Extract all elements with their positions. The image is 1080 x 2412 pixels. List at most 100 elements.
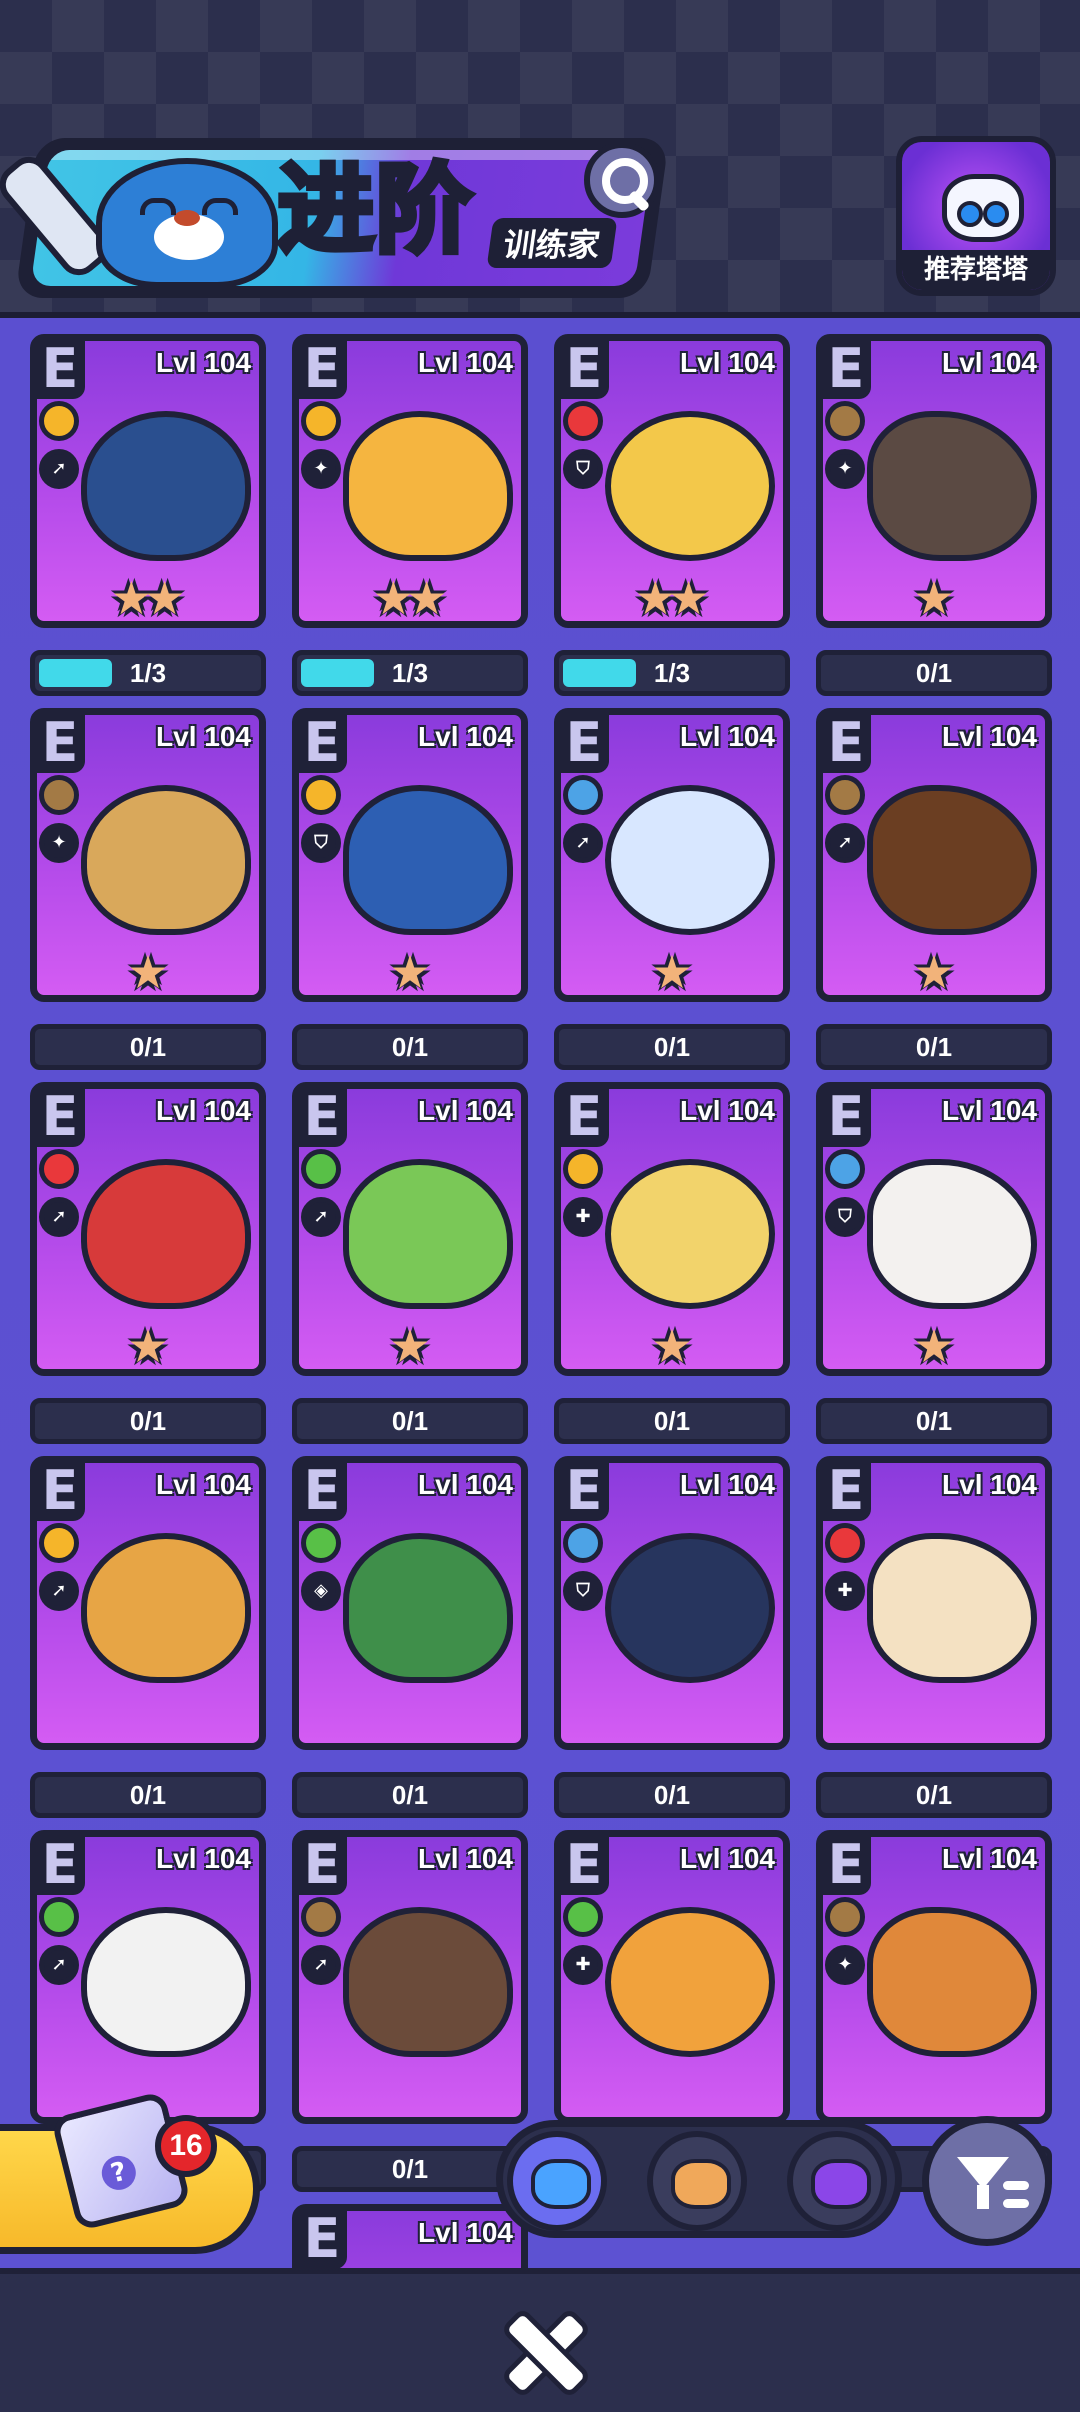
level-label: Lvl 104 — [942, 721, 1037, 752]
progress-text: 1/3 — [391, 658, 429, 688]
monster-card[interactable]: E Lvl 104 ✦ — [816, 1830, 1052, 2124]
grade-badge: E — [297, 2209, 347, 2268]
shard-progress-bar: 0/1 — [816, 1772, 1052, 1818]
progress-text: 0/1 — [653, 1032, 691, 1062]
level-label: Lvl 104 — [156, 1469, 251, 1500]
shard-progress-bar: 0/1 — [816, 1398, 1052, 1444]
monster-card[interactable]: E Lvl 104 ✚ — [554, 1830, 790, 2124]
star-icon: ★ — [389, 945, 431, 999]
star-icon: ★ — [668, 571, 710, 625]
star-rating: ★★ — [561, 575, 783, 621]
star-icon: ★ — [913, 1319, 955, 1373]
tab-hamster[interactable] — [647, 2131, 747, 2231]
grade-badge: E — [297, 1087, 347, 1147]
header: 进阶 训练家 推荐塔塔 — [0, 0, 1080, 318]
star-icon: ★ — [389, 1319, 431, 1373]
earth-type-icon — [825, 401, 865, 441]
water-type-icon — [563, 1523, 603, 1563]
monster-card[interactable]: E Lvl 104 ➚ ★ — [554, 708, 790, 1002]
recommend-button[interactable]: 推荐塔塔 — [896, 136, 1056, 296]
monster-card[interactable]: E Lvl 104 ⛉ ★ — [816, 1082, 1052, 1376]
shard-progress-bar: 0/1 — [554, 1398, 790, 1444]
grade-badge: E — [35, 1087, 85, 1147]
monster-card[interactable]: E Lvl 104 ➚ ★ — [30, 1082, 266, 1376]
monster-portrait — [867, 785, 1037, 935]
bottom-bar — [0, 2268, 1080, 2412]
grade-badge: E — [35, 339, 85, 399]
level-label: Lvl 104 — [942, 1843, 1037, 1874]
shard-progress-bar: 0/1 — [816, 1024, 1052, 1070]
monster-card[interactable]: E Lvl 104 ✦ ★★ — [292, 334, 528, 628]
electric-type-icon — [39, 1523, 79, 1563]
page-subtitle: 训练家 — [486, 218, 618, 268]
monster-card[interactable]: E Lvl 104 ➚ ★ — [292, 1082, 528, 1376]
monster-portrait — [343, 1159, 513, 1309]
shard-progress-bar: 0/1 — [816, 650, 1052, 696]
grade-badge: E — [297, 339, 347, 399]
grade-badge: E — [559, 1835, 609, 1895]
star-rating: ★ — [561, 949, 783, 995]
tab-blue-cat[interactable] — [507, 2131, 607, 2231]
monster-portrait — [81, 785, 251, 935]
star-rating: ★★ — [299, 575, 521, 621]
mascot-icon — [96, 158, 278, 288]
monster-card[interactable]: E Lvl 104 ➚ — [292, 1830, 528, 2124]
star-rating: ★ — [823, 575, 1045, 621]
monster-card[interactable]: E Lvl 104 ⛉ ★ — [292, 708, 528, 1002]
monster-grid: E Lvl 104 ➚ ★★ 1/3 E Lvl 104 ✦ ★★ 1/3 E Lvl 104 ⛉ ★★ 1… — [0, 318, 1080, 2268]
attack-role-icon: ➚ — [39, 1945, 79, 1985]
monster-card[interactable]: E Lvl 104 ⛉ — [554, 1456, 790, 1750]
monster-card[interactable]: E Lvl 104 ◈ — [292, 1456, 528, 1750]
grade-badge: E — [35, 1461, 85, 1521]
monster-card[interactable]: E Lvl 104 — [292, 2204, 528, 2268]
level-label: Lvl 104 — [680, 1095, 775, 1126]
page-title: 进阶 — [275, 151, 475, 269]
monster-card[interactable]: E Lvl 104 ✦ ★ — [30, 708, 266, 1002]
mystery-box-button[interactable]: 16 — [0, 2090, 260, 2254]
close-button[interactable] — [500, 2307, 592, 2399]
star-rating: ★ — [561, 1323, 783, 1369]
tab-star-cat[interactable] — [787, 2131, 887, 2231]
monster-portrait — [867, 411, 1037, 561]
attack-role-icon: ➚ — [825, 823, 865, 863]
grade-badge: E — [35, 1835, 85, 1895]
level-label: Lvl 104 — [680, 1843, 775, 1874]
water-type-icon — [825, 1149, 865, 1189]
fire-type-icon — [825, 1523, 865, 1563]
monster-portrait — [343, 1907, 513, 2057]
level-label: Lvl 104 — [680, 1469, 775, 1500]
grade-badge: E — [559, 339, 609, 399]
star-rating: ★ — [299, 1323, 521, 1369]
filter-button[interactable] — [922, 2116, 1052, 2246]
star-icon: ★ — [127, 1319, 169, 1373]
monster-card[interactable]: E Lvl 104 ✦ ★ — [816, 334, 1052, 628]
shard-progress-bar: 0/1 — [292, 2146, 528, 2192]
progress-text: 0/1 — [915, 1406, 953, 1436]
shard-progress-bar: 1/3 — [554, 650, 790, 696]
grade-badge: E — [821, 339, 871, 399]
monster-card[interactable]: E Lvl 104 ✚ — [816, 1456, 1052, 1750]
monster-portrait — [867, 1533, 1037, 1683]
monster-card[interactable]: E Lvl 104 ➚ ★ — [816, 708, 1052, 1002]
monster-portrait — [605, 411, 775, 561]
monster-card[interactable]: E Lvl 104 ⛉ ★★ — [554, 334, 790, 628]
grass-type-icon — [301, 1523, 341, 1563]
magic-role-icon: ✦ — [825, 1945, 865, 1985]
defense-role-icon: ⛉ — [563, 1571, 603, 1611]
star-icon: ★ — [651, 945, 693, 999]
recommend-label: 推荐塔塔 — [902, 250, 1050, 290]
monster-portrait — [605, 1159, 775, 1309]
attack-role-icon: ➚ — [39, 449, 79, 489]
grade-badge: E — [559, 713, 609, 773]
shard-progress-bar: 0/1 — [30, 1398, 266, 1444]
monster-card[interactable]: E Lvl 104 ➚ — [30, 1456, 266, 1750]
progress-text: 0/1 — [391, 2154, 429, 2184]
monster-card[interactable]: E Lvl 104 ➚ ★★ — [30, 334, 266, 628]
vision-role-icon: ◈ — [301, 1571, 341, 1611]
monster-card[interactable]: E Lvl 104 ✚ ★ — [554, 1082, 790, 1376]
earth-type-icon — [39, 775, 79, 815]
monster-card[interactable]: E Lvl 104 ➚ — [30, 1830, 266, 2124]
level-label: Lvl 104 — [942, 1095, 1037, 1126]
attack-role-icon: ➚ — [39, 1571, 79, 1611]
search-button[interactable] — [584, 142, 660, 218]
